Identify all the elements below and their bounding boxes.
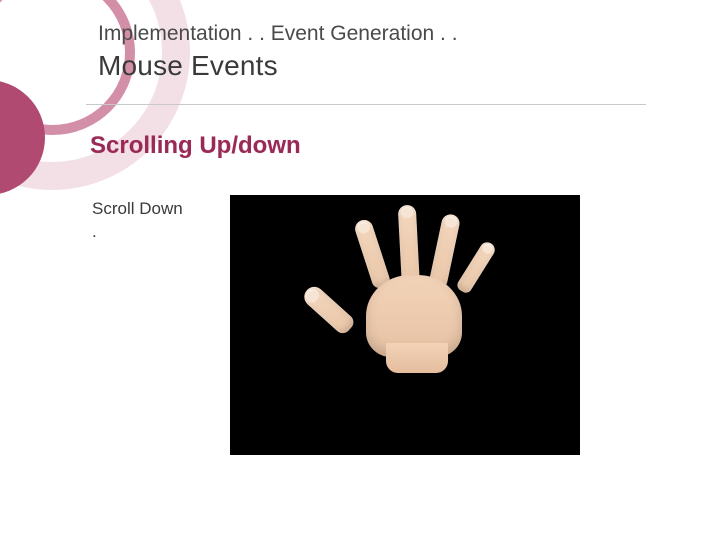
slide: Implementation . . Event Generation . . … <box>0 0 720 540</box>
page-title: Mouse Events <box>98 50 278 82</box>
caption-line-1: Scroll Down <box>92 199 183 218</box>
section-heading: Scrolling Up/down <box>90 132 301 160</box>
title-divider <box>86 104 646 105</box>
gesture-video-frame <box>230 195 580 455</box>
hand-open-icon <box>320 203 505 363</box>
breadcrumb: Implementation . . Event Generation . . <box>98 22 458 46</box>
caption-line-2: . <box>92 222 97 241</box>
gesture-caption: Scroll Down . <box>92 198 183 244</box>
